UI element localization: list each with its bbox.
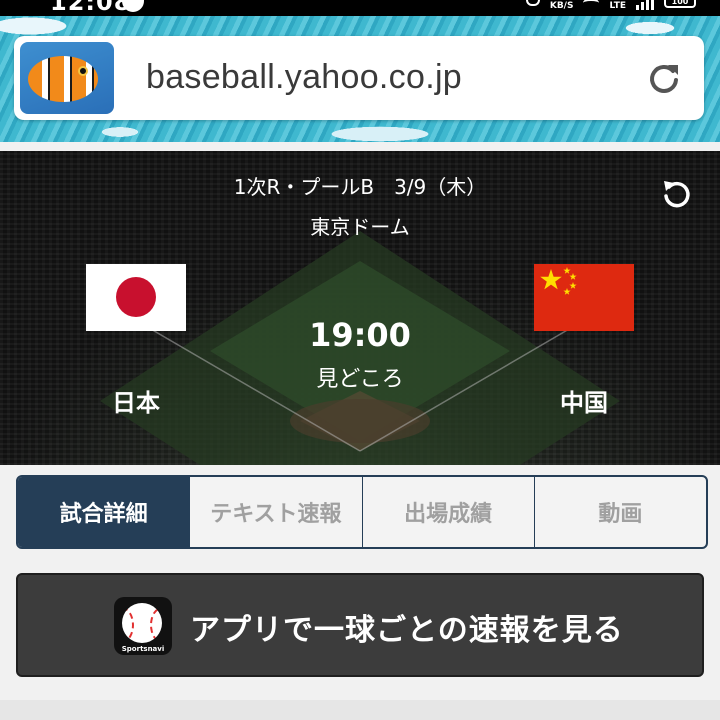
status-bar: 12:08 KB/S LTE 100 bbox=[0, 0, 720, 16]
app-banner-label: アプリで一球ごとの速報を見る bbox=[190, 613, 624, 648]
game-tabs: 試合詳細 テキスト速報 出場成績 動画 bbox=[16, 475, 708, 549]
network-speed: KB/S bbox=[549, 1, 574, 11]
preview-link[interactable]: 見どころ bbox=[0, 361, 720, 393]
url-text[interactable]: baseball.yahoo.co.jp bbox=[146, 58, 462, 97]
sportsnavi-app-icon: Sportsnavi bbox=[114, 597, 172, 655]
wifi-icon bbox=[583, 0, 600, 8]
battery-icon: 100 bbox=[664, 0, 696, 8]
status-time: 12:08 bbox=[50, 0, 132, 16]
tab-game-details[interactable]: 試合詳細 bbox=[18, 477, 190, 547]
app-icon-label: Sportsnavi bbox=[121, 645, 165, 653]
tab-videos[interactable]: 動画 bbox=[533, 477, 706, 547]
clownfish-icon[interactable] bbox=[20, 42, 114, 114]
mute-icon bbox=[525, 0, 540, 6]
app-banner-button[interactable]: Sportsnavi アプリで一球ごとの速報を見る bbox=[16, 573, 704, 677]
venue: 東京ドーム bbox=[310, 215, 410, 239]
tab-player-stats[interactable]: 出場成績 bbox=[361, 477, 534, 547]
game-start-time: 19:00 bbox=[309, 316, 411, 354]
status-indicators: KB/S LTE 100 bbox=[525, 0, 696, 14]
browser-header: baseball.yahoo.co.jp bbox=[0, 16, 720, 142]
bottom-strip bbox=[0, 700, 720, 720]
refresh-icon[interactable] bbox=[660, 177, 694, 211]
reload-icon[interactable] bbox=[646, 60, 682, 96]
tab-text-updates[interactable]: テキスト速報 bbox=[189, 477, 361, 547]
scoreboard: 1次R・プールB 3/9（木） 東京ドーム 日本 中国 19:00 見どころ bbox=[0, 151, 720, 465]
address-bar[interactable]: baseball.yahoo.co.jp bbox=[14, 36, 704, 120]
signal-icon bbox=[636, 0, 654, 10]
baseball-icon bbox=[122, 603, 162, 643]
round-info: 1次R・プールB 3/9（木） bbox=[233, 175, 487, 199]
network-type: LTE bbox=[609, 1, 626, 11]
